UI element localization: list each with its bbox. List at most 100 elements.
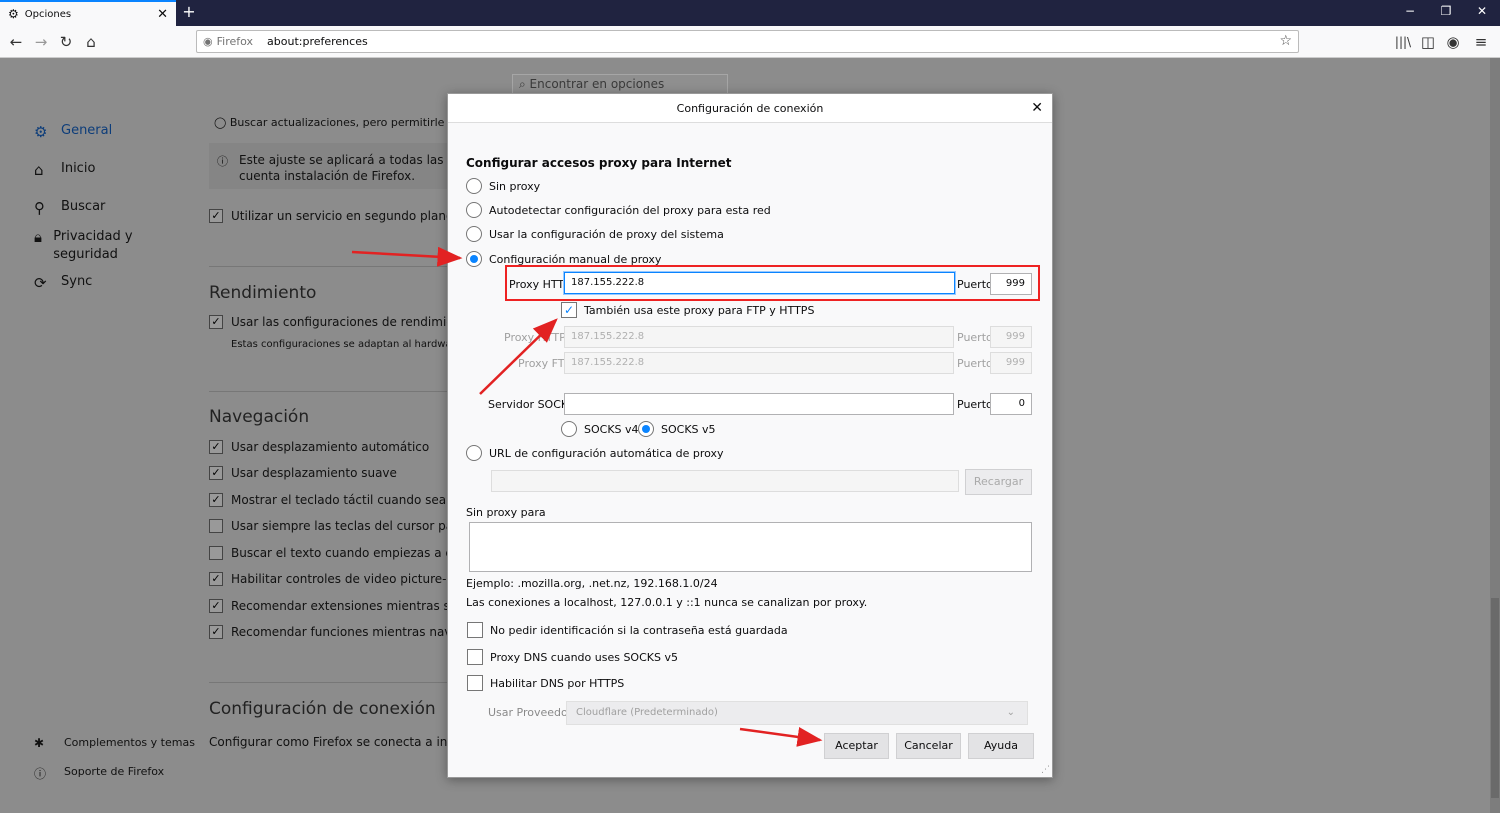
navigation-option[interactable]: Habilitar controles de video picture-in-… xyxy=(231,572,448,586)
star-icon[interactable]: ☆ xyxy=(1279,33,1292,49)
provider-label: Usar Proveedor xyxy=(488,706,573,719)
checkbox[interactable]: ✓ xyxy=(209,493,223,507)
checkbox[interactable]: ✓ xyxy=(209,625,223,639)
account-icon[interactable]: ◉ xyxy=(1443,32,1463,52)
checkbox[interactable]: ✓ xyxy=(209,572,223,586)
navigation-option[interactable]: Usar siempre las teclas del cursor para … xyxy=(231,519,448,533)
radio-socks-v4[interactable] xyxy=(561,421,577,437)
checkbox-label[interactable]: No pedir identificación si la contraseña… xyxy=(490,624,788,637)
background-service-option[interactable]: Utilizar un servicio en segundo plano pa… xyxy=(231,209,448,223)
checkbox[interactable]: ✓ xyxy=(209,599,223,613)
provider-select[interactable]: Cloudflare (Predeterminado) ⌄ xyxy=(566,701,1028,725)
radio-label[interactable]: SOCKS v4 xyxy=(584,423,639,436)
update-info-box: ⓘ Este ajuste se aplicará a todas las cu… xyxy=(209,143,449,189)
checkbox[interactable]: ✓ xyxy=(209,315,223,329)
ftp-port-input[interactable]: 999 xyxy=(990,352,1032,374)
close-icon[interactable]: ✕ xyxy=(1031,94,1043,123)
back-arrow-icon[interactable]: ← xyxy=(6,32,26,52)
radio-sin-proxy[interactable] xyxy=(466,178,482,194)
radio-auto-url[interactable] xyxy=(466,445,482,461)
radio-label[interactable]: Sin proxy xyxy=(489,180,540,193)
addons-link-label: Complementos y temas xyxy=(64,736,195,749)
radio-autodetect[interactable] xyxy=(466,202,482,218)
radio-label[interactable]: SOCKS v5 xyxy=(661,423,716,436)
checkbox[interactable]: ✓ xyxy=(209,440,223,454)
http-proxy-input[interactable]: 187.155.222.8 xyxy=(564,272,955,294)
forward-arrow-icon[interactable]: → xyxy=(31,32,51,52)
socks-port-input[interactable]: 0 xyxy=(990,393,1032,415)
checkbox[interactable]: ✓ xyxy=(209,209,223,223)
menu-icon[interactable]: ≡ xyxy=(1471,32,1491,52)
https-port-input[interactable]: 999 xyxy=(990,326,1032,348)
sidebar-item-general[interactable]: ⚙ General xyxy=(34,123,112,141)
radio-system-proxy[interactable] xyxy=(466,226,482,242)
update-option[interactable]: ◯ Buscar actualizaciones, pero permitirl… xyxy=(214,116,448,129)
addons-link[interactable]: ✱ Complementos y temas xyxy=(34,736,195,750)
sidebar-item-inicio[interactable]: ⌂ Inicio xyxy=(34,161,95,179)
navigation-option[interactable]: Recomendar extensiones mientras se nave xyxy=(231,599,448,613)
home-icon[interactable]: ⌂ xyxy=(81,32,101,52)
tab-close-icon[interactable]: ✕ xyxy=(157,7,168,22)
radio-label[interactable]: Autodetectar configuración del proxy par… xyxy=(489,204,771,217)
support-link-label: Soporte de Firefox xyxy=(64,765,165,778)
navigation-option[interactable]: Usar desplazamiento suave xyxy=(231,466,448,480)
radio-label[interactable]: URL de configuración automática de proxy xyxy=(489,447,724,460)
reload-button[interactable]: Recargar xyxy=(965,469,1032,495)
url-bar[interactable]: ◉ Firefox about:preferences ☆ xyxy=(196,30,1299,53)
sidebar-item-privacidad[interactable]: 🔒︎ Privacidad y seguridad xyxy=(34,228,144,264)
checkbox[interactable] xyxy=(209,546,223,560)
no-proxy-textarea[interactable] xyxy=(469,522,1032,572)
performance-note: Estas configuraciones se adaptan al hard… xyxy=(231,339,448,350)
socks-label: Servidor SOCKS xyxy=(488,398,576,411)
identity-box[interactable]: ◉ Firefox xyxy=(203,35,253,48)
scrollbar-thumb[interactable] xyxy=(1491,598,1499,798)
navigation-option[interactable]: Recomendar funciones mientras navegas xyxy=(231,625,448,639)
help-button[interactable]: Ayuda xyxy=(968,733,1034,759)
library-icon[interactable]: |||\ xyxy=(1393,32,1413,52)
socks-input[interactable] xyxy=(564,393,954,415)
update-option-label: Buscar actualizaciones, pero permitirle … xyxy=(229,116,448,129)
performance-option[interactable]: Usar las configuraciones de rendimiento … xyxy=(231,315,448,329)
performance-heading: Rendimiento xyxy=(209,283,317,303)
sidebar-icon[interactable]: ◫ xyxy=(1418,32,1438,52)
auto-url-input[interactable] xyxy=(491,470,959,492)
https-proxy-input[interactable]: 187.155.222.8 xyxy=(564,326,954,348)
page-scrollbar[interactable] xyxy=(1490,58,1500,813)
port-label: Puerto xyxy=(957,398,993,411)
navigation-option[interactable]: Usar desplazamiento automático xyxy=(231,440,448,454)
navigation-option[interactable]: Mostrar el teclado táctil cuando sea nec… xyxy=(231,493,448,507)
checkbox-label[interactable]: Habilitar DNS por HTTPS xyxy=(490,677,624,690)
ftp-proxy-input[interactable]: 187.155.222.8 xyxy=(564,352,954,374)
resize-grip-icon[interactable]: ⋰ xyxy=(1041,765,1050,775)
also-use-label[interactable]: También usa este proxy para FTP y HTTPS xyxy=(584,304,814,317)
navigation-option[interactable]: Buscar el texto cuando empiezas a escrib… xyxy=(231,546,448,560)
http-proxy-label: Proxy HTTP xyxy=(509,278,571,291)
checkbox[interactable] xyxy=(467,675,483,691)
also-use-checkbox[interactable]: ✓ xyxy=(561,302,577,318)
sidebar-item-sync[interactable]: ⟳ Sync xyxy=(34,274,92,292)
minimize-button[interactable]: − xyxy=(1400,4,1420,18)
cancel-button[interactable]: Cancelar xyxy=(896,733,961,759)
restore-button[interactable]: ❐ xyxy=(1436,4,1456,18)
https-proxy-label: Proxy HTTPS xyxy=(504,331,573,344)
sidebar-item-label: Inicio xyxy=(61,161,96,176)
search-icon: ⌕ xyxy=(519,77,530,91)
tab-opciones[interactable]: ⚙ Opciones ✕ xyxy=(0,0,176,26)
radio-label[interactable]: Usar la configuración de proxy del siste… xyxy=(489,228,724,241)
checkbox[interactable] xyxy=(467,649,483,665)
checkbox-label[interactable]: Proxy DNS cuando uses SOCKS v5 xyxy=(490,651,678,664)
reload-icon[interactable]: ↻ xyxy=(56,32,76,52)
checkbox[interactable] xyxy=(467,622,483,638)
http-port-input[interactable]: 999 xyxy=(990,273,1032,295)
accept-button[interactable]: Aceptar xyxy=(824,733,889,759)
sidebar-item-buscar[interactable]: ⚲ Buscar xyxy=(34,199,105,217)
chevron-down-icon: ⌄ xyxy=(1006,707,1015,718)
support-link[interactable]: ⓘ Soporte de Firefox xyxy=(34,765,164,782)
new-tab-button[interactable]: + xyxy=(180,2,198,21)
provider-value: Cloudflare (Predeterminado) xyxy=(576,707,718,718)
checkbox[interactable] xyxy=(209,519,223,533)
close-window-button[interactable]: ✕ xyxy=(1472,4,1492,18)
radio-manual-proxy[interactable] xyxy=(466,251,482,267)
radio-socks-v5[interactable] xyxy=(638,421,654,437)
checkbox[interactable]: ✓ xyxy=(209,466,223,480)
